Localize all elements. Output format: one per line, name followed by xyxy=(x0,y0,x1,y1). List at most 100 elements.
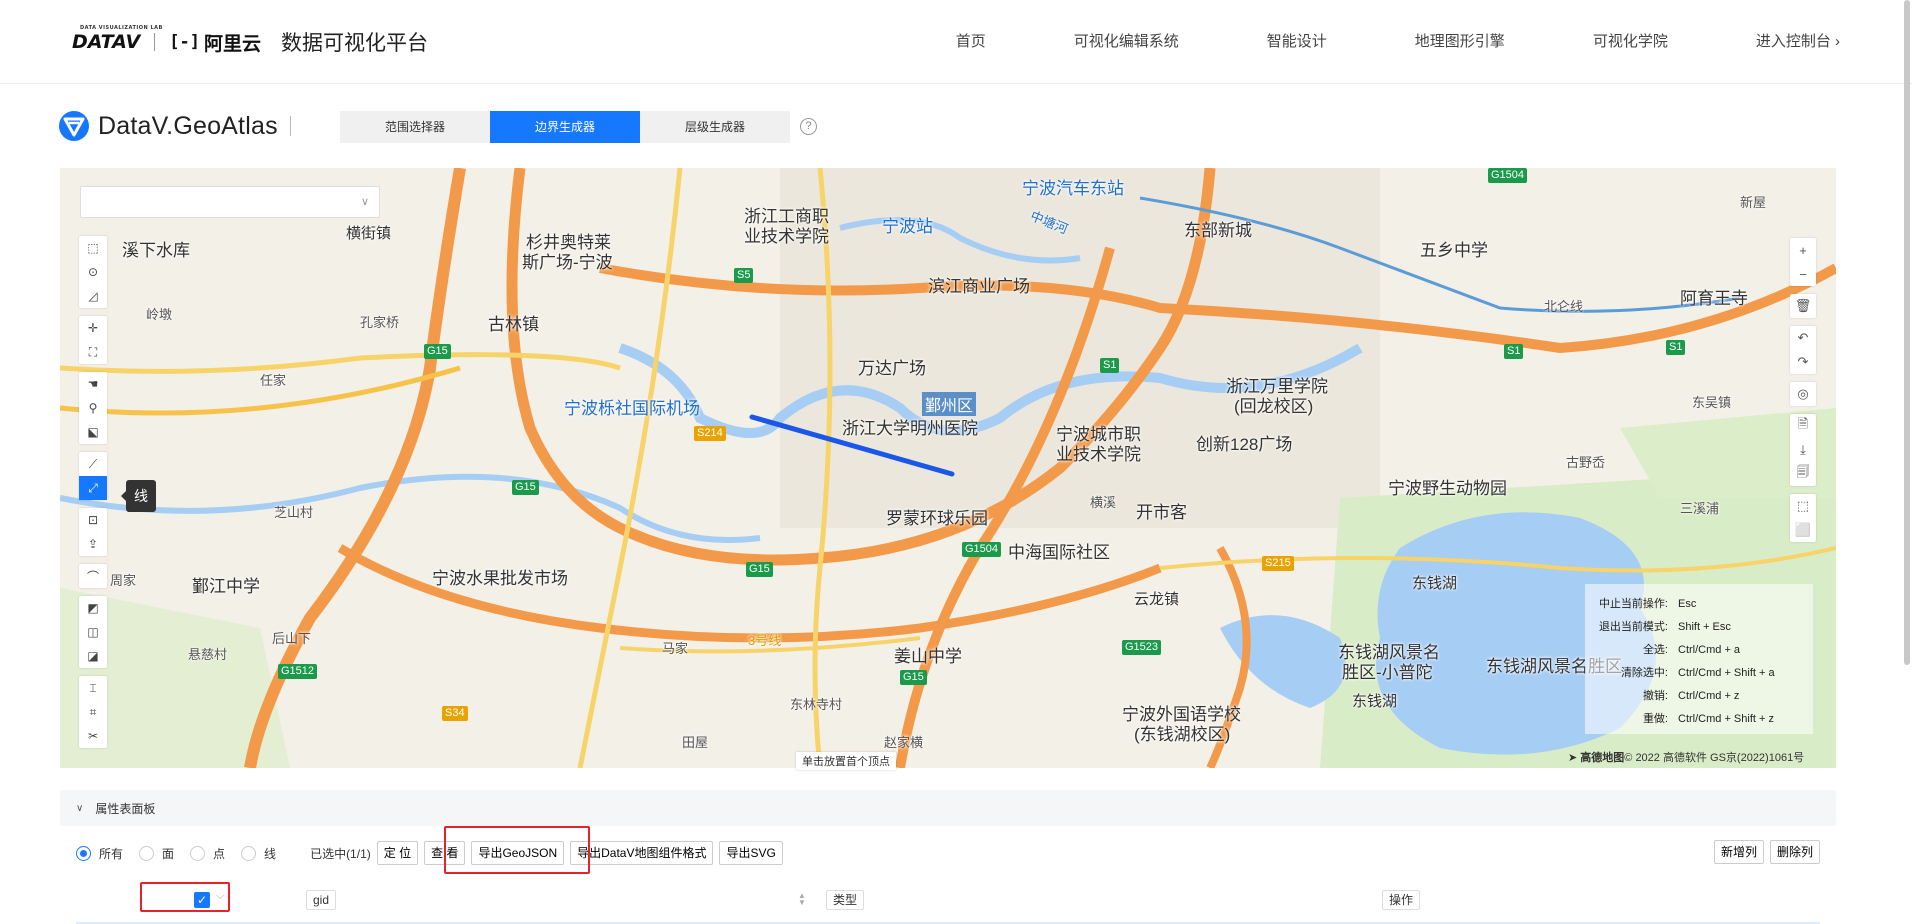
road-shield: S214 xyxy=(694,426,726,441)
column-header-gid[interactable]: gid xyxy=(306,890,337,910)
map-label: 五乡中学 xyxy=(1420,241,1488,260)
shortcut-row: 中止当前操作: Esc xyxy=(1598,598,1697,610)
region-select[interactable]: ∨ xyxy=(80,186,380,218)
road-shield: S1 xyxy=(1100,358,1120,373)
map-label: 田屋 xyxy=(682,735,709,750)
map-label: 姜山中学 xyxy=(894,647,962,666)
panel-title: 属性表面板 xyxy=(95,801,156,816)
selected-count: 已选中(1/1) xyxy=(310,846,371,861)
filter-polygon-radio[interactable]: 面 xyxy=(139,845,174,862)
brand-logo[interactable]: DATA VISUALIZATION LAB DATAV [-] 阿里云 数据可… xyxy=(72,24,428,60)
map-label: 芝山村 xyxy=(274,505,314,520)
tab-boundary-generator[interactable]: 边界生成器 xyxy=(490,111,640,143)
draw-segment-icon[interactable]: ⟋ xyxy=(79,452,107,476)
geoatlas-title: DataV.GeoAtlas xyxy=(98,111,278,140)
road-shield: G1512 xyxy=(278,664,318,679)
help-icon[interactable]: ? xyxy=(800,118,817,135)
map-canvas[interactable]: 溪下水库 横街镇 杉井奥特莱 斯广场-宁波 浙江工商职 业技术学院 宁波站 宁波… xyxy=(60,168,1836,768)
export-svg-button[interactable]: 导出SVG xyxy=(719,841,783,865)
shortcut-row: 全选: Ctrl/Cmd + a xyxy=(1642,644,1741,656)
radio-dot xyxy=(241,845,257,861)
toolbar-group-io: ⊡ ⇪ xyxy=(79,508,107,556)
curve-icon[interactable]: ⌒ xyxy=(79,564,107,588)
map-label: 胜区-小普陀 xyxy=(1342,663,1433,682)
trash-icon[interactable]: 🗑 xyxy=(1790,294,1816,318)
nav-editor[interactable]: 可视化编辑系统 xyxy=(1074,30,1179,51)
title-divider xyxy=(289,116,291,136)
panel-controls: 所有 面 点 线 已选中(1/1) 定 位 查 看 导出GeoJSON 导出Da… xyxy=(76,840,789,866)
road-shield: G15 xyxy=(424,344,451,359)
zoom-out-icon[interactable]: − xyxy=(1790,262,1816,286)
map-label: 溪下水库 xyxy=(122,241,190,260)
download-icon[interactable]: ⤓ xyxy=(1790,438,1816,462)
crop-icon[interactable]: ⌗ xyxy=(79,700,107,724)
pan-hand-icon[interactable]: ☚ xyxy=(79,372,107,396)
map-label: 周家 xyxy=(110,573,137,588)
shortcut-row: 退出当前模式: Shift + Esc xyxy=(1598,621,1731,633)
map-label: 鄞江中学 xyxy=(192,577,260,596)
map-label: 创新128广场 xyxy=(1196,435,1293,454)
map-label: 东吴镇 xyxy=(1692,395,1732,410)
redo-icon[interactable]: ↷ xyxy=(1790,350,1816,374)
target-icon[interactable]: ◎ xyxy=(1790,382,1816,406)
zoom-in-icon[interactable]: + xyxy=(1790,238,1816,262)
draw-line-icon[interactable]: ⤢ xyxy=(79,476,107,500)
add-column-button[interactable]: 新增列 xyxy=(1713,840,1764,864)
filter-point-radio[interactable]: 点 xyxy=(190,845,225,862)
locate-group: ◎ xyxy=(1790,382,1816,406)
map-label: 业技术学院 xyxy=(1056,445,1141,464)
locate-button[interactable]: 定 位 xyxy=(376,841,419,865)
map-label: 罗蒙环球乐园 xyxy=(886,509,988,528)
fit-extent-icon[interactable]: ⛶ xyxy=(79,340,107,364)
filter-all-radio[interactable]: 所有 xyxy=(76,845,123,862)
upload-icon[interactable]: ⇪ xyxy=(79,532,107,556)
intersect-icon[interactable]: ◫ xyxy=(79,620,107,644)
map-attribution: ➤ 高德地图© 2022 高德软件 GS京(2022)1061号 xyxy=(1568,749,1804,765)
tab-range-selector[interactable]: 范围选择器 xyxy=(340,111,490,143)
toolbar-group-line: ⟋ ⤢ xyxy=(79,452,107,500)
file-icon[interactable]: 🗎 xyxy=(1790,414,1816,438)
union-icon[interactable]: ◩ xyxy=(79,596,107,620)
panel-header[interactable]: ∨ 属性表面板 xyxy=(60,790,1836,826)
logo-divider xyxy=(154,33,156,51)
draw-polygon-icon[interactable]: ◿ xyxy=(79,284,107,308)
terminal-icon[interactable]: ⊡ xyxy=(79,508,107,532)
tab-level-generator[interactable]: 层级生成器 xyxy=(640,111,790,143)
nav-geo-engine[interactable]: 地理图形引擎 xyxy=(1415,30,1505,51)
move-icon[interactable]: ✛ xyxy=(79,316,107,340)
map-copyright: © 2022 高德软件 GS京(2022)1061号 xyxy=(1624,752,1805,764)
sort-icon[interactable]: ▲ ▼ xyxy=(798,892,806,907)
chevron-down-icon: ∨ xyxy=(360,196,369,208)
undo-icon[interactable]: ↶ xyxy=(1790,326,1816,350)
select-all-icon[interactable]: ⬚ xyxy=(1790,494,1816,518)
column-header-actions: 操作 xyxy=(1382,890,1421,910)
map-label: 宁波汽车东站 xyxy=(1022,179,1124,198)
select-box-icon[interactable]: ⬕ xyxy=(79,420,107,444)
toolbar-group-edit: ⌶ ⌗ ✂ xyxy=(79,676,107,748)
draw-rectangle-icon[interactable]: ⬚ xyxy=(79,236,107,260)
difference-icon[interactable]: ◪ xyxy=(79,644,107,668)
nav-home[interactable]: 首页 xyxy=(956,30,986,51)
split-icon[interactable]: ⌶ xyxy=(79,676,107,700)
file-export-icon[interactable]: 🗐 xyxy=(1790,462,1816,486)
map-label: 中海国际社区 xyxy=(1008,543,1110,562)
attribute-panel: ∨ 属性表面板 所有 面 点 线 已选中(1/1) 定 位 查 看 导出GeoJ… xyxy=(60,790,1836,924)
map-label: 北仑线 xyxy=(1544,299,1584,314)
export-datav-button[interactable]: 导出DataV地图组件格式 xyxy=(570,841,714,865)
scissors-icon[interactable]: ✂ xyxy=(79,724,107,748)
map-label: 斯广场-宁波 xyxy=(522,253,613,272)
aliyun-logo: [-] 阿里云 xyxy=(169,32,261,55)
draw-circle-icon[interactable]: ⊙ xyxy=(79,260,107,284)
column-header-type[interactable]: 类型 xyxy=(826,890,865,910)
page-scrollbar[interactable] xyxy=(1904,0,1910,665)
filter-line-radio[interactable]: 线 xyxy=(241,845,276,862)
road-shield: S1 xyxy=(1504,344,1524,359)
drawing-toolbar: ⬚ ⊙ ◿ ✛ ⛶ ☚ ⚲ ⬕ ⟋ ⤢ ⊡ ⇪ ⌒ ◩ ◫ ◪ ⌶ ⌗ ✂ xyxy=(79,236,107,756)
nav-academy[interactable]: 可视化学院 xyxy=(1593,30,1668,51)
nav-console[interactable]: 进入控制台 › xyxy=(1756,30,1840,51)
nav-smart-design[interactable]: 智能设计 xyxy=(1267,30,1327,51)
delete-column-button[interactable]: 删除列 xyxy=(1769,840,1820,864)
map-label: (东钱湖校区) xyxy=(1134,725,1231,744)
deselect-icon[interactable]: ⬜ xyxy=(1790,518,1816,542)
select-point-icon[interactable]: ⚲ xyxy=(79,396,107,420)
